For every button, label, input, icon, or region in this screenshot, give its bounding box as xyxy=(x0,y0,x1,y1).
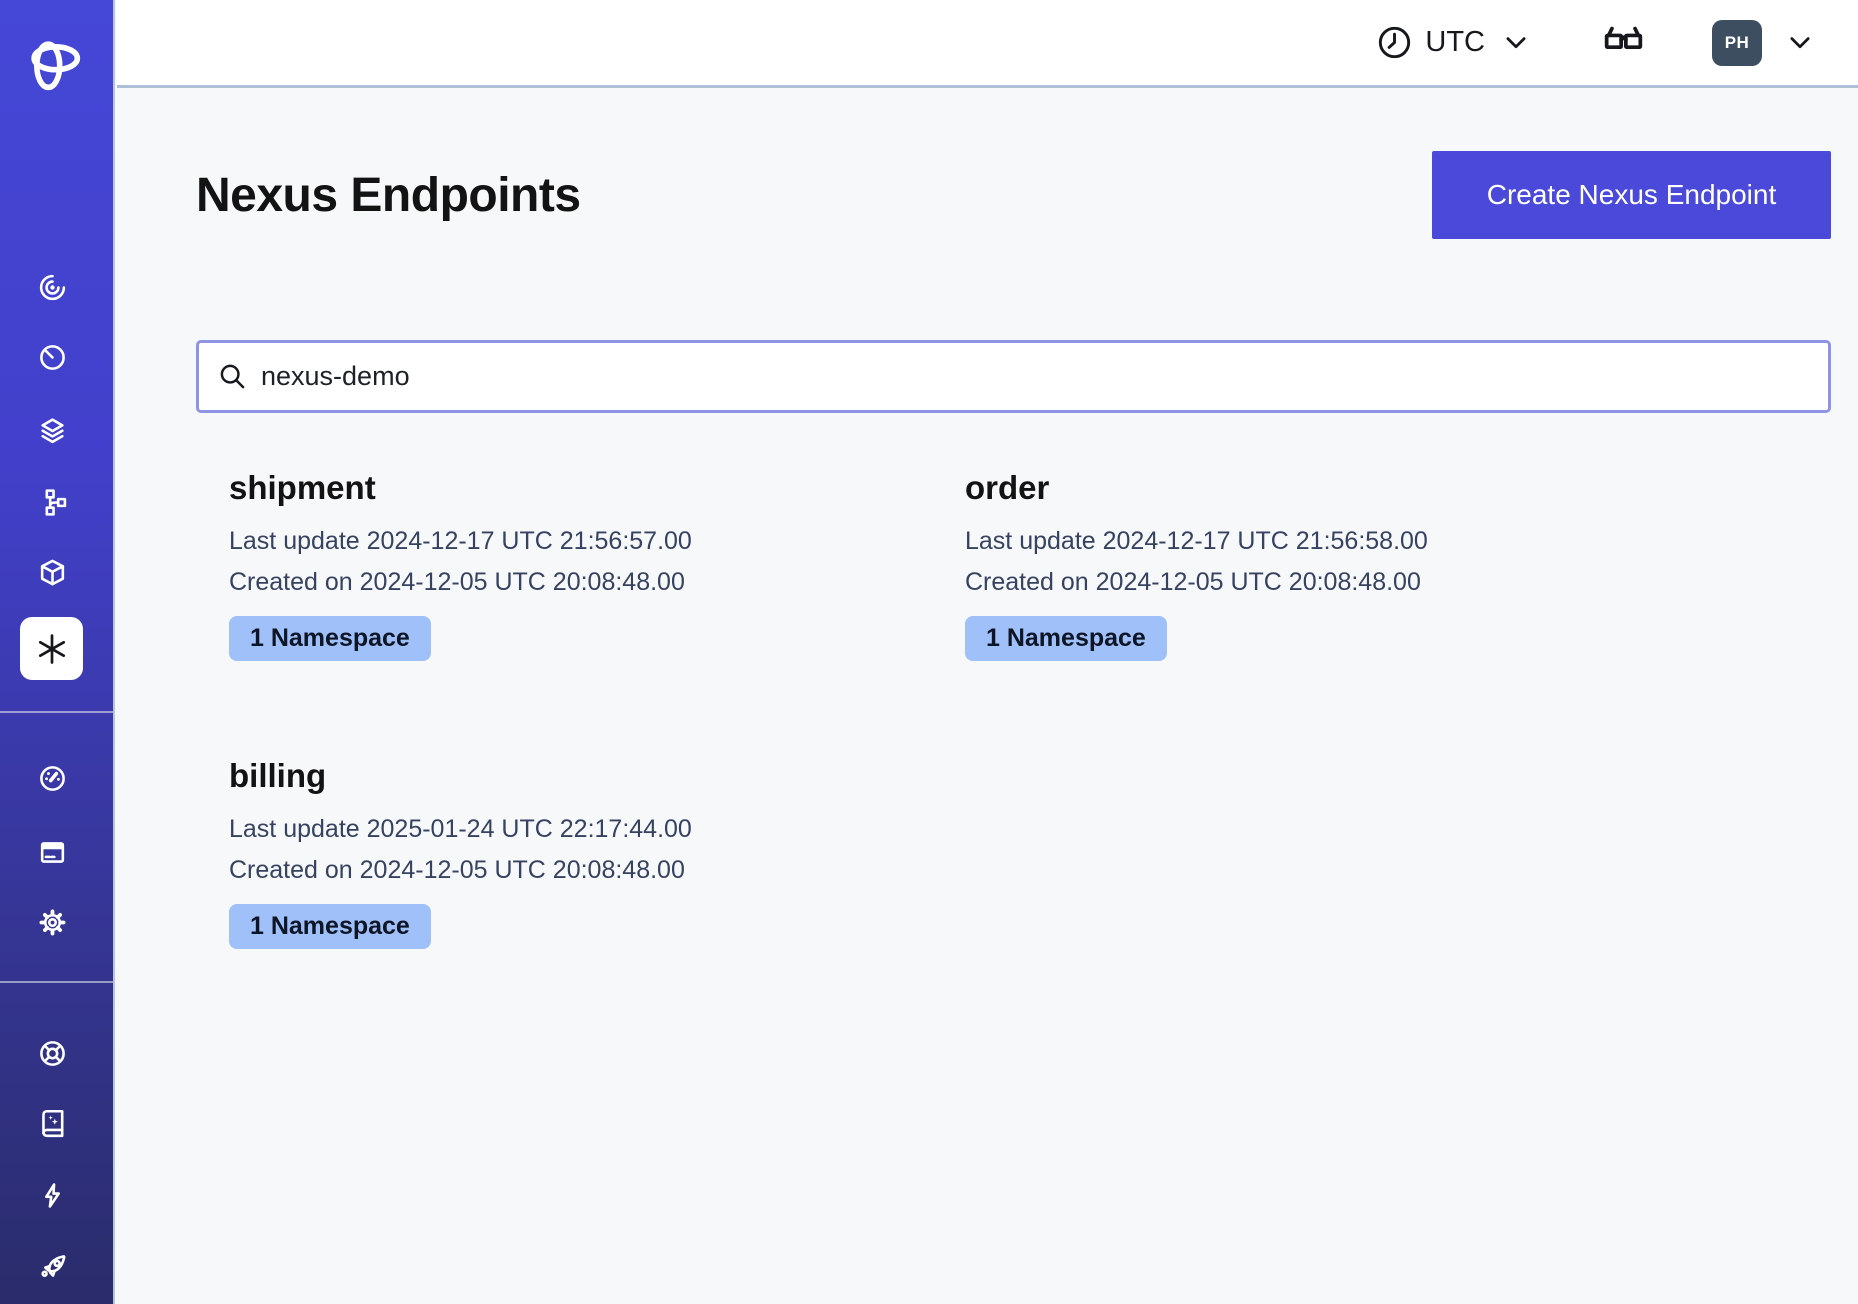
lightning-icon xyxy=(37,1180,68,1211)
cube-icon xyxy=(37,557,68,588)
endpoint-created-on: Created on 2024-12-05 UTC 20:08:48.00 xyxy=(229,850,932,891)
lifebuoy-icon xyxy=(37,1038,68,1069)
timezone-label: UTC xyxy=(1425,26,1485,59)
app-screen: UTC PH Nexus Endpoints xyxy=(0,0,1858,1304)
sidebar-item-feedback[interactable] xyxy=(30,1173,74,1217)
sidebar-item-schedules[interactable] xyxy=(30,335,74,379)
endpoint-name: billing xyxy=(229,757,932,795)
endpoint-created-on: Created on 2024-12-05 UTC 20:08:48.00 xyxy=(229,562,932,603)
timer-icon xyxy=(37,342,68,373)
endpoint-cards: shipment Last update 2024-12-17 UTC 21:5… xyxy=(196,469,1831,949)
sidebar-item-nexus-selected[interactable] xyxy=(20,617,83,680)
chevron-down-icon xyxy=(1501,28,1531,58)
sidebar-item-workflows[interactable] xyxy=(30,265,74,309)
chevron-down-icon xyxy=(1785,28,1815,58)
avatar-initials: PH xyxy=(1725,33,1750,53)
temporal-logo[interactable] xyxy=(17,27,87,97)
sidebar-item-getting-started[interactable] xyxy=(30,1243,74,1287)
endpoint-last-update: Last update 2024-12-17 UTC 21:56:58.00 xyxy=(965,521,1668,562)
top-header: UTC PH xyxy=(117,0,1858,88)
page-title: Nexus Endpoints xyxy=(196,168,581,223)
create-nexus-endpoint-button[interactable]: Create Nexus Endpoint xyxy=(1432,151,1831,239)
account-menu[interactable]: PH xyxy=(1712,20,1815,66)
title-row: Nexus Endpoints Create Nexus Endpoint xyxy=(196,151,1831,239)
branch-nodes-icon xyxy=(37,487,68,518)
sidebar-item-deployments[interactable] xyxy=(30,480,74,524)
main-content: Nexus Endpoints Create Nexus Endpoint sh… xyxy=(117,88,1858,1304)
sidebar-item-docs[interactable] xyxy=(30,1101,74,1145)
endpoint-card-order[interactable]: order Last update 2024-12-17 UTC 21:56:5… xyxy=(932,469,1668,661)
nexus-asterisk-icon xyxy=(33,630,71,668)
endpoint-card-billing[interactable]: billing Last update 2025-01-24 UTC 22:17… xyxy=(196,757,932,949)
endpoint-last-update: Last update 2025-01-24 UTC 22:17:44.00 xyxy=(229,809,932,850)
sidebar-item-settings[interactable] xyxy=(30,900,74,944)
layers-icon xyxy=(37,415,68,446)
workflows-spiral-icon xyxy=(37,272,68,303)
temporal-logo-icon xyxy=(20,30,84,94)
namespace-badge: 1 Namespace xyxy=(229,616,431,661)
namespace-badge: 1 Namespace xyxy=(229,904,431,949)
rocket-icon xyxy=(37,1250,68,1281)
endpoint-name: shipment xyxy=(229,469,932,507)
gear-icon xyxy=(37,907,68,938)
labs-mode-button[interactable] xyxy=(1600,19,1647,66)
avatar: PH xyxy=(1712,20,1762,66)
search-input[interactable] xyxy=(261,361,1810,392)
endpoint-card-shipment[interactable]: shipment Last update 2024-12-17 UTC 21:5… xyxy=(196,469,932,661)
sidebar-item-usage[interactable] xyxy=(30,756,74,800)
endpoint-search xyxy=(196,340,1831,413)
sidebar xyxy=(0,0,115,1304)
sidebar-item-billing[interactable] xyxy=(30,830,74,874)
book-sparkles-icon xyxy=(37,1108,68,1139)
gauge-icon xyxy=(37,763,68,794)
glasses-icon xyxy=(1600,19,1647,66)
timezone-selector[interactable]: UTC xyxy=(1376,24,1531,61)
sidebar-divider xyxy=(0,981,113,983)
card-window-icon xyxy=(37,837,68,868)
sidebar-item-batch[interactable] xyxy=(30,408,74,452)
search-icon xyxy=(217,361,248,392)
clock-icon xyxy=(1376,24,1413,61)
sidebar-item-services[interactable] xyxy=(30,550,74,594)
namespace-badge: 1 Namespace xyxy=(965,616,1167,661)
endpoint-name: order xyxy=(965,469,1668,507)
sidebar-divider xyxy=(0,711,113,713)
endpoint-last-update: Last update 2024-12-17 UTC 21:56:57.00 xyxy=(229,521,932,562)
sidebar-item-support[interactable] xyxy=(30,1031,74,1075)
endpoint-created-on: Created on 2024-12-05 UTC 20:08:48.00 xyxy=(965,562,1668,603)
